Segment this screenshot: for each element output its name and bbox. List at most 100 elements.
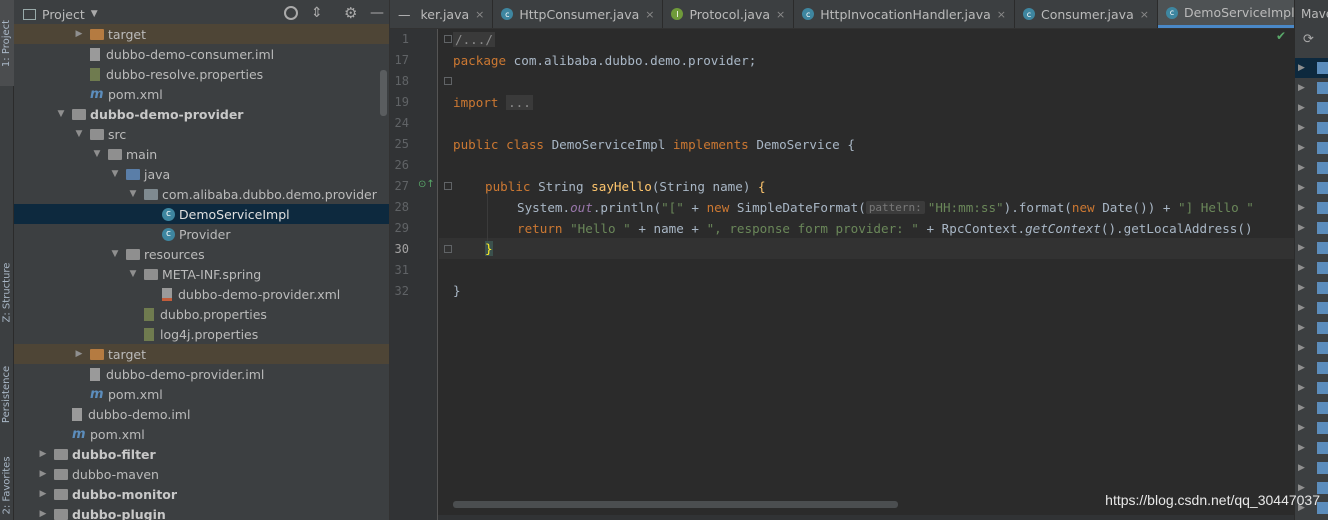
chevron-down-icon[interactable]: ▼ xyxy=(128,189,138,199)
chevron-right-icon[interactable]: ▶ xyxy=(1298,103,1305,113)
tool-tab-project[interactable]: 1: Project xyxy=(0,0,14,86)
chevron-right-icon[interactable]: ▶ xyxy=(1298,163,1305,173)
maven-project-row[interactable]: ▶ xyxy=(1295,58,1328,78)
chevron-right-icon[interactable]: ▶ xyxy=(1298,223,1305,233)
tree-item[interactable]: ▶ target xyxy=(14,24,389,44)
chevron-right-icon[interactable]: ▶ xyxy=(1298,243,1305,253)
maven-project-row[interactable]: ▶ xyxy=(1295,438,1328,458)
tree-item[interactable]: ▶ dubbo-monitor xyxy=(14,484,389,504)
editor-tab[interactable]: c Consumer.java × xyxy=(1015,0,1158,28)
tree-item[interactable]: ▼ dubbo-demo-provider xyxy=(14,104,389,124)
chevron-right-icon[interactable]: ▶ xyxy=(1298,283,1305,293)
chevron-right-icon[interactable]: ▶ xyxy=(1298,383,1305,393)
tree-item[interactable]: ▶ dubbo-filter xyxy=(14,444,389,464)
chevron-down-icon[interactable]: ▼ xyxy=(92,149,102,159)
tree-item[interactable]: ▶ dubbo-maven xyxy=(14,464,389,484)
maven-project-row[interactable]: ▶ xyxy=(1295,418,1328,438)
tree-item[interactable]: dubbo-demo-consumer.iml xyxy=(14,44,389,64)
maven-project-row[interactable]: ▶ xyxy=(1295,378,1328,398)
chevron-right-icon[interactable]: ▶ xyxy=(1298,443,1305,453)
chevron-down-icon[interactable]: ▼ xyxy=(110,169,120,179)
tree-item[interactable]: dubbo-demo-provider.iml xyxy=(14,364,389,384)
maven-project-row[interactable]: ▶ xyxy=(1295,78,1328,98)
tree-item[interactable]: m pom.xml xyxy=(14,424,389,444)
editor-tab[interactable]: cDemoServiceImpl.java× xyxy=(1157,0,1294,28)
tool-tab-persistence[interactable]: Persistence xyxy=(0,352,14,436)
project-title[interactable]: Project xyxy=(42,7,85,22)
tree-item[interactable]: ▶ dubbo-plugin xyxy=(14,504,389,520)
code-editor[interactable]: 1 17 18 19 24 25 26 27 28 29 30 31 32 ✔ /.../ packag… xyxy=(390,29,1294,520)
tree-item[interactable]: dubbo-demo-provider.xml xyxy=(14,284,389,304)
maven-project-row[interactable]: ▶ xyxy=(1295,138,1328,158)
editor-tab[interactable]: I Protocol.java × xyxy=(663,0,795,28)
chevron-right-icon[interactable]: ▶ xyxy=(1298,123,1305,133)
maven-project-row[interactable]: ▶ xyxy=(1295,338,1328,358)
tree-item[interactable]: ▼ src xyxy=(14,124,389,144)
maven-project-row[interactable]: ▶ xyxy=(1295,398,1328,418)
fold-toggle-icon[interactable] xyxy=(444,245,452,253)
close-icon[interactable]: × xyxy=(475,8,484,21)
chevron-right-icon[interactable]: ▶ xyxy=(1298,63,1305,73)
chevron-right-icon[interactable]: ▶ xyxy=(1298,183,1305,193)
tree-item[interactable]: ▼ main xyxy=(14,144,389,164)
close-icon[interactable]: × xyxy=(776,8,785,21)
chevron-right-icon[interactable]: ▶ xyxy=(1298,403,1305,413)
close-icon[interactable]: × xyxy=(645,8,654,21)
chevron-down-icon[interactable]: ▼ xyxy=(91,9,98,19)
chevron-right-icon[interactable]: ▶ xyxy=(1298,203,1305,213)
editor-tab[interactable]: c HttpInvocationHandler.java × xyxy=(794,0,1015,28)
tree-item[interactable]: c DemoServiceImpl xyxy=(14,204,389,224)
tree-item[interactable]: ▶ target xyxy=(14,344,389,364)
tree-item[interactable]: ▼ com.alibaba.dubbo.demo.provider xyxy=(14,184,389,204)
chevron-right-icon[interactable]: ▶ xyxy=(38,509,48,519)
chevron-right-icon[interactable]: ▶ xyxy=(1298,143,1305,153)
chevron-right-icon[interactable]: ▶ xyxy=(1298,303,1305,313)
maven-project-row[interactable]: ▶ xyxy=(1295,98,1328,118)
tree-item[interactable]: log4j.properties xyxy=(14,324,389,344)
maven-project-row[interactable]: ▶ xyxy=(1295,198,1328,218)
hide-icon[interactable]: — xyxy=(370,5,384,21)
fold-marker[interactable]: /.../ xyxy=(453,32,495,47)
tree-item[interactable]: m pom.xml xyxy=(14,84,389,104)
refresh-icon[interactable]: ⟳ xyxy=(1303,32,1314,47)
chevron-right-icon[interactable]: ▶ xyxy=(1298,263,1305,273)
maven-project-row[interactable]: ▶ xyxy=(1295,178,1328,198)
tool-tab-structure[interactable]: Z: Structure xyxy=(0,250,14,334)
maven-project-row[interactable]: ▶ xyxy=(1295,298,1328,318)
chevron-right-icon[interactable]: ▶ xyxy=(74,349,84,359)
collapse-all-icon[interactable]: ⇕ xyxy=(311,5,323,21)
maven-project-row[interactable]: ▶ xyxy=(1295,218,1328,238)
tree-item[interactable]: dubbo-resolve.properties xyxy=(14,64,389,84)
fold-toggle-icon[interactable] xyxy=(444,35,452,43)
gear-icon[interactable]: ⚙ xyxy=(344,4,357,22)
maven-title[interactable]: Mave xyxy=(1301,7,1328,21)
chevron-right-icon[interactable]: ▶ xyxy=(38,469,48,479)
chevron-down-icon[interactable]: ▼ xyxy=(110,249,120,259)
fold-toggle-icon[interactable] xyxy=(444,182,452,190)
tree-item[interactable]: ▼ java xyxy=(14,164,389,184)
chevron-down-icon[interactable]: ▼ xyxy=(56,109,66,119)
maven-project-row[interactable]: ▶ xyxy=(1295,258,1328,278)
close-icon[interactable]: × xyxy=(1140,8,1149,21)
chevron-right-icon[interactable]: ▶ xyxy=(74,29,84,39)
chevron-right-icon[interactable]: ▶ xyxy=(1298,83,1305,93)
override-marker-icon[interactable]: ⊙↑ xyxy=(418,179,435,190)
maven-project-row[interactable]: ▶ xyxy=(1295,458,1328,478)
chevron-right-icon[interactable]: ▶ xyxy=(1298,343,1305,353)
chevron-down-icon[interactable]: ▼ xyxy=(128,269,138,279)
tree-item[interactable]: m pom.xml xyxy=(14,384,389,404)
maven-project-row[interactable]: ▶ xyxy=(1295,358,1328,378)
tree-item[interactable]: c Provider xyxy=(14,224,389,244)
tree-item[interactable]: dubbo-demo.iml xyxy=(14,404,389,424)
editor-tab[interactable]: ker.java × xyxy=(413,0,494,28)
chevron-right-icon[interactable]: ▶ xyxy=(1298,423,1305,433)
fold-marker[interactable]: ... xyxy=(506,95,533,110)
tree-item[interactable]: ▼ META-INF.spring xyxy=(14,264,389,284)
maven-project-row[interactable]: ▶ xyxy=(1295,158,1328,178)
tool-tab-favorites[interactable]: 2: Favorites xyxy=(0,450,14,520)
project-scrollbar[interactable] xyxy=(380,70,387,116)
tree-item[interactable]: ▼ resources xyxy=(14,244,389,264)
chevron-right-icon[interactable]: ▶ xyxy=(1298,463,1305,473)
chevron-right-icon[interactable]: ▶ xyxy=(1298,323,1305,333)
tree-item[interactable]: dubbo.properties xyxy=(14,304,389,324)
